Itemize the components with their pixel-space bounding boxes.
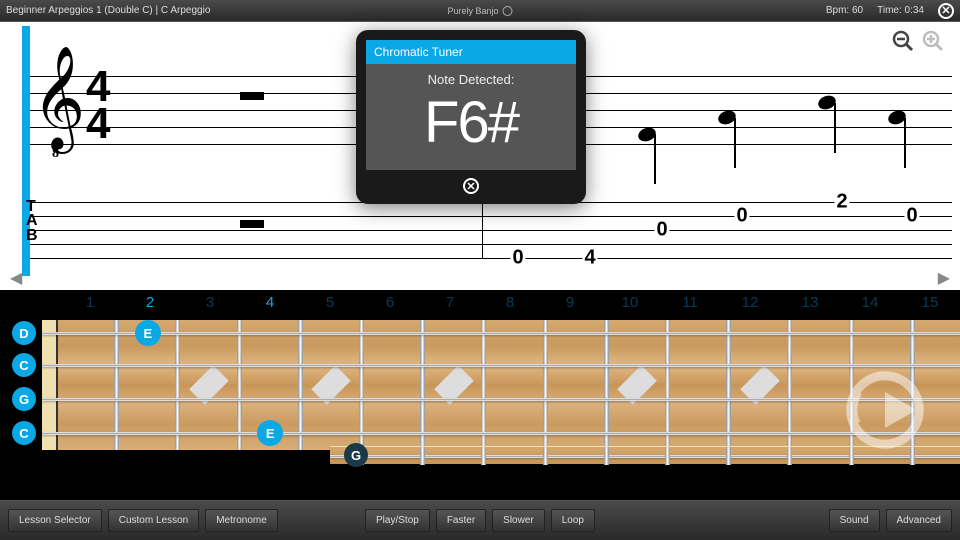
fret-number: 3	[180, 294, 240, 318]
fretboard-area: 123456789101112131415 DCGCGEE	[0, 290, 960, 500]
fret-number: 12	[720, 294, 780, 318]
fret-number: 5	[300, 294, 360, 318]
loop-button[interactable]: Loop	[551, 509, 595, 532]
brand-icon	[503, 6, 513, 16]
open-string-label[interactable]: C	[12, 421, 36, 445]
fifth-string-label[interactable]: G	[344, 443, 368, 467]
fret-numbers: 123456789101112131415	[60, 294, 960, 318]
tuner-detected-note: F6#	[366, 89, 576, 156]
tab-number: 0	[654, 219, 669, 242]
custom-lesson-button[interactable]: Custom Lesson	[108, 509, 199, 532]
tab-number: 0	[510, 247, 525, 270]
fret-number: 6	[360, 294, 420, 318]
fretboard[interactable]	[42, 320, 960, 450]
fret-note-dot[interactable]: E	[135, 320, 161, 346]
open-string-label[interactable]: D	[12, 321, 36, 345]
sound-button[interactable]: Sound	[829, 509, 880, 532]
advanced-button[interactable]: Advanced	[886, 509, 952, 532]
fret-number: 2	[120, 294, 180, 318]
fret-number: 10	[600, 294, 660, 318]
replay-icon[interactable]	[840, 365, 930, 455]
fret-note-dot[interactable]: E	[257, 420, 283, 446]
metronome-button[interactable]: Metronome	[205, 509, 278, 532]
play-stop-button[interactable]: Play/Stop	[365, 509, 430, 532]
fret-number: 14	[840, 294, 900, 318]
chromatic-tuner-panel: Chromatic Tuner Note Detected: F6# ✕	[356, 30, 586, 204]
tab-number: 4	[582, 247, 597, 270]
time-signature: 44	[86, 68, 110, 143]
tuner-title: Chromatic Tuner	[366, 40, 576, 64]
fret-number: 4	[240, 294, 300, 318]
brand: Purely Banjo	[447, 6, 512, 16]
slower-button[interactable]: Slower	[492, 509, 545, 532]
treble-clef-icon: 𝄞	[32, 54, 85, 144]
tab-number: 0	[734, 205, 749, 228]
close-icon[interactable]: ✕	[938, 3, 954, 19]
fret-number: 7	[420, 294, 480, 318]
score-area: 𝄞 8 44 TAB 040020 ◀ ▶	[0, 22, 960, 290]
zoom-in-icon[interactable]	[920, 28, 946, 54]
bpm-label: Bpm: 60	[826, 5, 863, 16]
fret-number: 11	[660, 294, 720, 318]
next-measure-icon[interactable]: ▶	[938, 268, 950, 288]
fret-number: 13	[780, 294, 840, 318]
prev-measure-icon[interactable]: ◀	[10, 268, 22, 288]
open-string-label[interactable]: C	[12, 353, 36, 377]
fret-number: 1	[60, 294, 120, 318]
fret-number: 15	[900, 294, 960, 318]
tab-number: 0	[904, 205, 919, 228]
open-string-label[interactable]: G	[12, 387, 36, 411]
faster-button[interactable]: Faster	[436, 509, 486, 532]
top-bar: Beginner Arpeggios 1 (Double C) | C Arpe…	[0, 0, 960, 22]
rest-icon	[240, 92, 264, 100]
lesson-title: Beginner Arpeggios 1 (Double C) | C Arpe…	[6, 5, 210, 16]
tuner-close-icon[interactable]: ✕	[463, 178, 479, 194]
time-label: Time: 0:34	[877, 5, 924, 16]
zoom-out-icon[interactable]	[890, 28, 916, 54]
tab-number: 2	[834, 191, 849, 214]
fret-number: 8	[480, 294, 540, 318]
tuner-subtitle: Note Detected:	[366, 72, 576, 87]
lesson-selector-button[interactable]: Lesson Selector	[8, 509, 102, 532]
tab-staff: TAB 040020	[30, 202, 952, 258]
fret-number: 9	[540, 294, 600, 318]
bottom-toolbar: Lesson Selector Custom Lesson Metronome …	[0, 500, 960, 540]
